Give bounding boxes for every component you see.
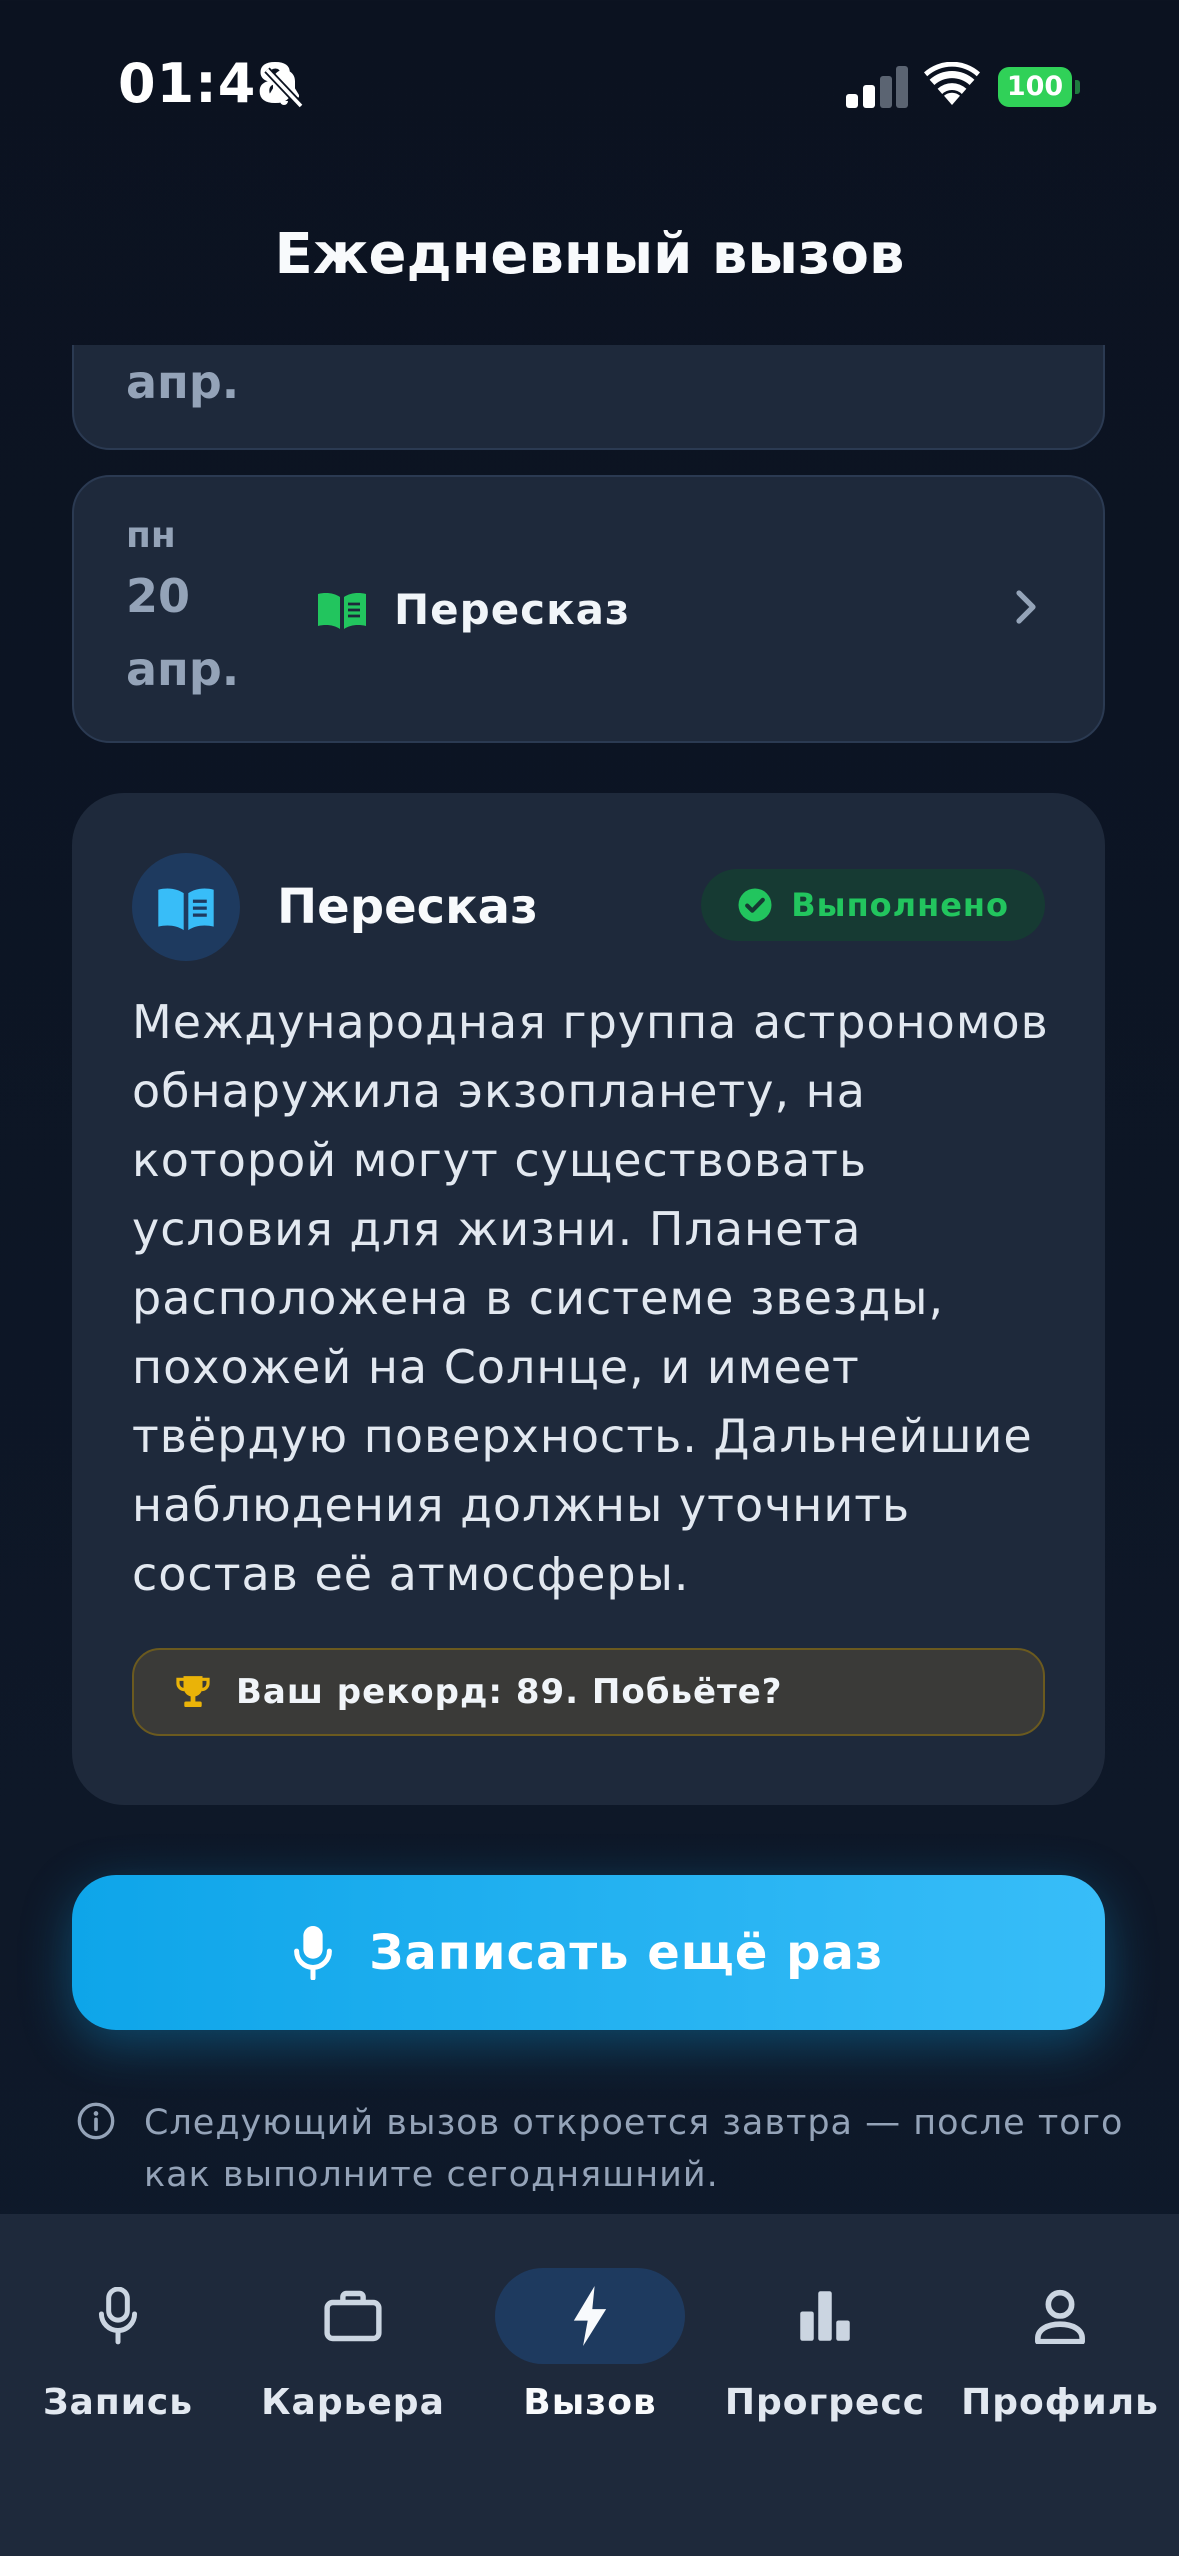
day-month: апр. <box>126 642 240 696</box>
record-again-label: Записать ещё раз <box>369 1924 884 1981</box>
record-banner: Ваш рекорд: 89. Побьёте? <box>132 1648 1045 1736</box>
day-card[interactable]: апр. <box>72 345 1105 450</box>
status-label: Выполнено <box>791 886 1009 924</box>
trophy-icon <box>176 1676 210 1708</box>
day-card[interactable]: пн 20 апр. Пересказ <box>72 475 1105 743</box>
mic-icon <box>294 1925 333 1980</box>
battery-icon: 100 <box>998 67 1080 107</box>
tab-label: Профиль <box>961 2382 1159 2423</box>
tab-active-indicator <box>495 2268 685 2364</box>
bolt-icon <box>573 2286 607 2346</box>
bell-off-icon <box>264 67 304 109</box>
day-task-label: Пересказ <box>394 584 631 634</box>
page-title: Ежедневный вызов <box>274 222 905 287</box>
status-bar: 01:48 100 <box>0 0 1179 175</box>
book-icon <box>318 593 366 629</box>
book-icon <box>158 888 214 931</box>
mic-icon <box>98 2287 138 2345</box>
challenge-list[interactable]: апр. пн 20 апр. Пересказ Пересказ Выполн… <box>0 345 1179 2215</box>
tab-progress[interactable]: Прогресс <box>725 2254 925 2444</box>
tab-challenge[interactable]: Вызов <box>490 2254 690 2444</box>
bar-chart-icon <box>800 2291 850 2341</box>
tab-bar: Запись Карьера Вызов Прогресс Профиль <box>0 2214 1179 2556</box>
check-circle-icon <box>738 888 772 922</box>
person-icon <box>1035 2289 1085 2344</box>
cellular-signal-icon <box>846 66 908 108</box>
chevron-right-icon <box>1016 590 1036 624</box>
record-label: Ваш рекорд: 89. Побьёте? <box>236 1672 783 1712</box>
tab-profile[interactable]: Профиль <box>960 2254 1160 2444</box>
challenge-title: Пересказ <box>277 879 538 935</box>
wifi-icon <box>924 62 980 105</box>
status-badge: Выполнено <box>701 869 1045 941</box>
day-month: апр. <box>126 355 240 409</box>
day-task: Пересказ <box>316 581 630 637</box>
info-text: Следующий вызов откроется завтра — после… <box>144 2103 1124 2195</box>
tab-career[interactable]: Карьера <box>253 2254 453 2444</box>
briefcase-icon <box>324 2290 382 2342</box>
day-number: 20 <box>126 569 191 623</box>
record-again-button[interactable]: Записать ещё раз <box>72 1875 1105 2030</box>
challenge-card: Пересказ Выполнено Международная группа … <box>72 793 1105 1805</box>
challenge-icon <box>132 853 240 961</box>
challenge-text: Международная группа астрономов обнаружи… <box>132 995 1049 1601</box>
battery-level: 100 <box>998 67 1072 107</box>
info-icon <box>77 2102 115 2140</box>
day-weekday: пн <box>126 515 176 556</box>
tab-record[interactable]: Запись <box>18 2254 218 2444</box>
